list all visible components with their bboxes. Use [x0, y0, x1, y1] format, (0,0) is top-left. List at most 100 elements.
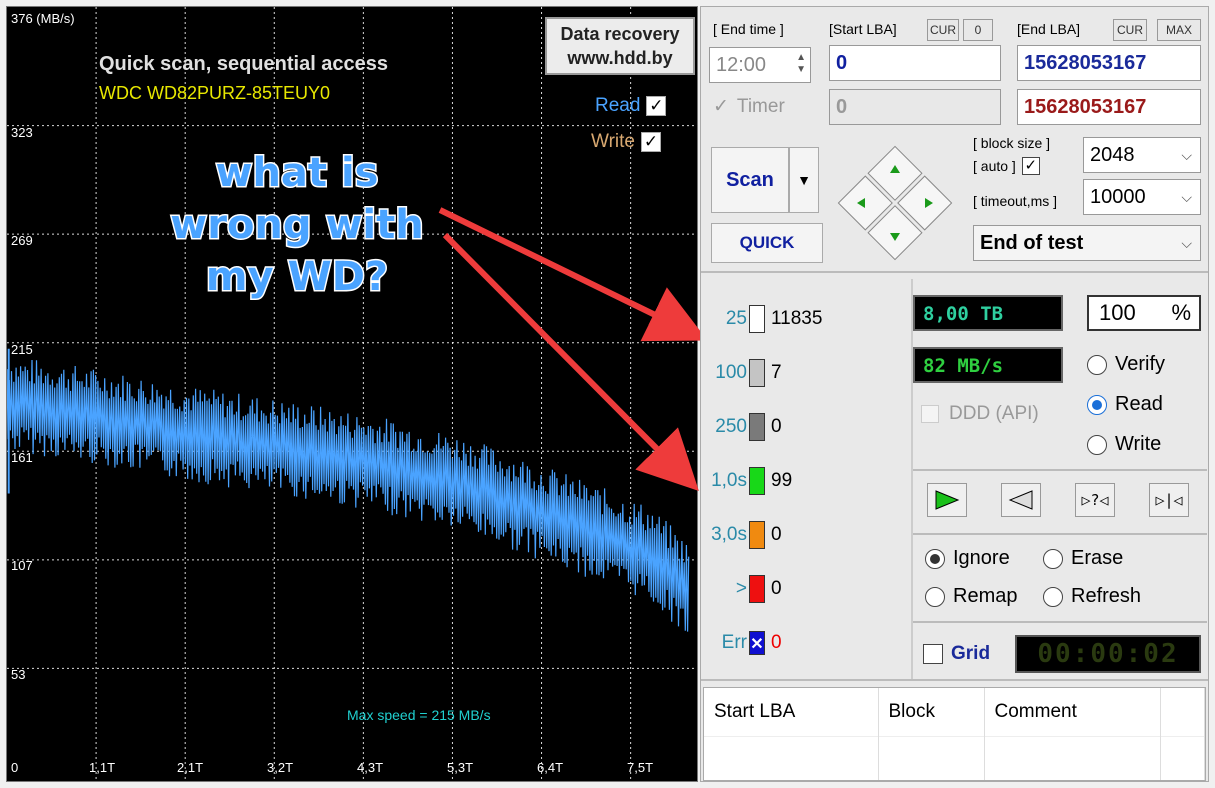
level-label: 100 [715, 362, 747, 383]
radio-dot[interactable] [1087, 434, 1107, 455]
percent-value: 100 [1099, 300, 1136, 325]
brand-line-1: Data recovery [560, 24, 680, 44]
scan-button[interactable]: Scan [711, 147, 789, 213]
speed-graph: 376 (MB/s) 323 269 215 161 107 53 0 1,1T… [6, 6, 698, 782]
scan-dropdown-icon[interactable]: ▼ [789, 147, 819, 213]
col-comment[interactable]: Comment [984, 688, 1161, 736]
write-radio[interactable]: Write [1087, 433, 1161, 456]
start-cur-button[interactable]: CUR [927, 19, 959, 41]
level-label: 1,0s [711, 470, 747, 491]
start-lba-input-2[interactable]: 0 [829, 89, 1001, 125]
radio-dot[interactable] [925, 548, 945, 569]
auto-label: [ auto ] [973, 158, 1016, 174]
divider [701, 271, 1208, 273]
radio-dot[interactable] [1043, 548, 1063, 569]
reverse-button[interactable] [1001, 483, 1041, 517]
chevron-down-icon: ⌵ [1181, 235, 1192, 251]
level-row: 25 11835 [701, 299, 911, 339]
read-checkbox[interactable]: ✓ [646, 96, 667, 116]
x-tick: 1,1T [89, 760, 116, 775]
end-time-label: [ End time ] [713, 21, 784, 37]
read-label: Read [1115, 393, 1163, 415]
y-tick: 215 [11, 342, 33, 357]
play-button[interactable] [927, 483, 967, 517]
auto-toggle[interactable]: [ auto ] ✓ [973, 157, 1040, 175]
level-label: 25 [725, 308, 747, 329]
timer-label: Timer [736, 95, 785, 117]
col-block[interactable]: Block [878, 688, 985, 736]
time-spinner-icon[interactable]: ▲ ▼ [796, 52, 806, 76]
col-start-lba[interactable]: Start LBA [704, 688, 879, 736]
remap-radio[interactable]: Remap [925, 585, 1017, 608]
level-label: 250 [715, 416, 747, 437]
level-label: 3,0s [711, 524, 747, 545]
x-tick: 5,3T [447, 760, 474, 775]
auto-checkbox[interactable]: ✓ [1021, 157, 1040, 175]
timer-check-icon[interactable]: ✓ [713, 95, 729, 118]
end-lba-input-2[interactable]: 15628053167 [1017, 89, 1201, 125]
level-count: 99 [771, 470, 793, 491]
end-max-button[interactable]: MAX [1157, 19, 1201, 41]
level-color-box [749, 359, 765, 387]
level-count: 11835 [771, 308, 823, 329]
butterfly-button[interactable]: ▷|◁ [1149, 483, 1189, 517]
write-toggle[interactable]: Write ✓ [591, 131, 661, 153]
radio-dot[interactable] [925, 586, 945, 607]
end-action-select[interactable]: End of test ⌵ [973, 225, 1201, 261]
level-label: Err [721, 632, 747, 653]
quick-button[interactable]: QUICK [711, 223, 823, 263]
level-color-box [749, 305, 765, 333]
timeout-value: 10000 [1090, 186, 1146, 208]
grid-toggle[interactable]: Grid [923, 643, 990, 665]
level-row: 100 7 [701, 353, 911, 393]
verify-label: Verify [1115, 353, 1166, 375]
level-count: 7 [771, 362, 782, 383]
ddd-api-checkbox[interactable] [921, 405, 939, 423]
block-size-select[interactable]: 2048 ⌵ [1083, 137, 1201, 173]
random-button[interactable]: ▷?◁ [1075, 483, 1115, 517]
refresh-radio[interactable]: Refresh [1043, 585, 1141, 608]
radio-dot[interactable] [1087, 354, 1107, 375]
timeout-select[interactable]: 10000 ⌵ [1083, 179, 1201, 215]
timer-toggle[interactable]: ✓ Timer [713, 95, 785, 118]
end-cur-button[interactable]: CUR [1113, 19, 1147, 41]
level-count: 0 [771, 578, 782, 599]
level-color-box [749, 413, 765, 441]
capacity-display: 8,00 TB [913, 295, 1063, 331]
x-tick: 4,3T [357, 760, 384, 775]
max-speed-label: Max speed = 215 MB/s [347, 707, 491, 723]
grid-checkbox[interactable] [923, 644, 943, 664]
end-time-value: 12:00 [716, 54, 767, 76]
ignore-radio[interactable]: Ignore [925, 547, 1010, 570]
start-zero-button[interactable]: 0 [963, 19, 993, 41]
divider [913, 469, 1207, 471]
end-time-input[interactable]: 12:00 ▲ ▼ [709, 47, 811, 83]
radio-dot[interactable] [1043, 586, 1063, 607]
ddd-api-toggle[interactable]: DDD (API) [921, 403, 1039, 425]
y-tick: 161 [11, 450, 33, 465]
write-label: Write [1115, 433, 1162, 455]
read-radio[interactable]: Read [1087, 393, 1163, 416]
brand-line-2: www.hdd.by [567, 48, 673, 68]
x-tick: 0 [11, 760, 19, 775]
end-lba-input[interactable]: 15628053167 [1017, 45, 1201, 81]
write-toggle-label: Write [591, 131, 635, 152]
write-checkbox[interactable]: ✓ [640, 132, 661, 152]
divider [701, 679, 1208, 681]
radio-dot[interactable] [1087, 394, 1107, 415]
end-lba-label: [End LBA] [1017, 21, 1081, 37]
y-axis-unit: 376 (MB/s) [11, 11, 75, 26]
refresh-label: Refresh [1071, 585, 1142, 607]
erase-radio[interactable]: Erase [1043, 547, 1123, 570]
annotation-text: what is wrong with my WD? [147, 147, 447, 303]
verify-radio[interactable]: Verify [1087, 353, 1165, 376]
read-toggle[interactable]: Read ✓ [595, 95, 667, 117]
y-tick: 269 [11, 233, 33, 248]
annotation-line: what is [214, 149, 380, 198]
level-color-box [749, 575, 765, 603]
brand-box[interactable]: Data recovery www.hdd.by [545, 17, 695, 75]
percent-sign: % [1171, 300, 1191, 325]
start-lba-input[interactable]: 0 [829, 45, 1001, 81]
x-tick: 3,2T [267, 760, 294, 775]
direction-pad [837, 145, 953, 261]
